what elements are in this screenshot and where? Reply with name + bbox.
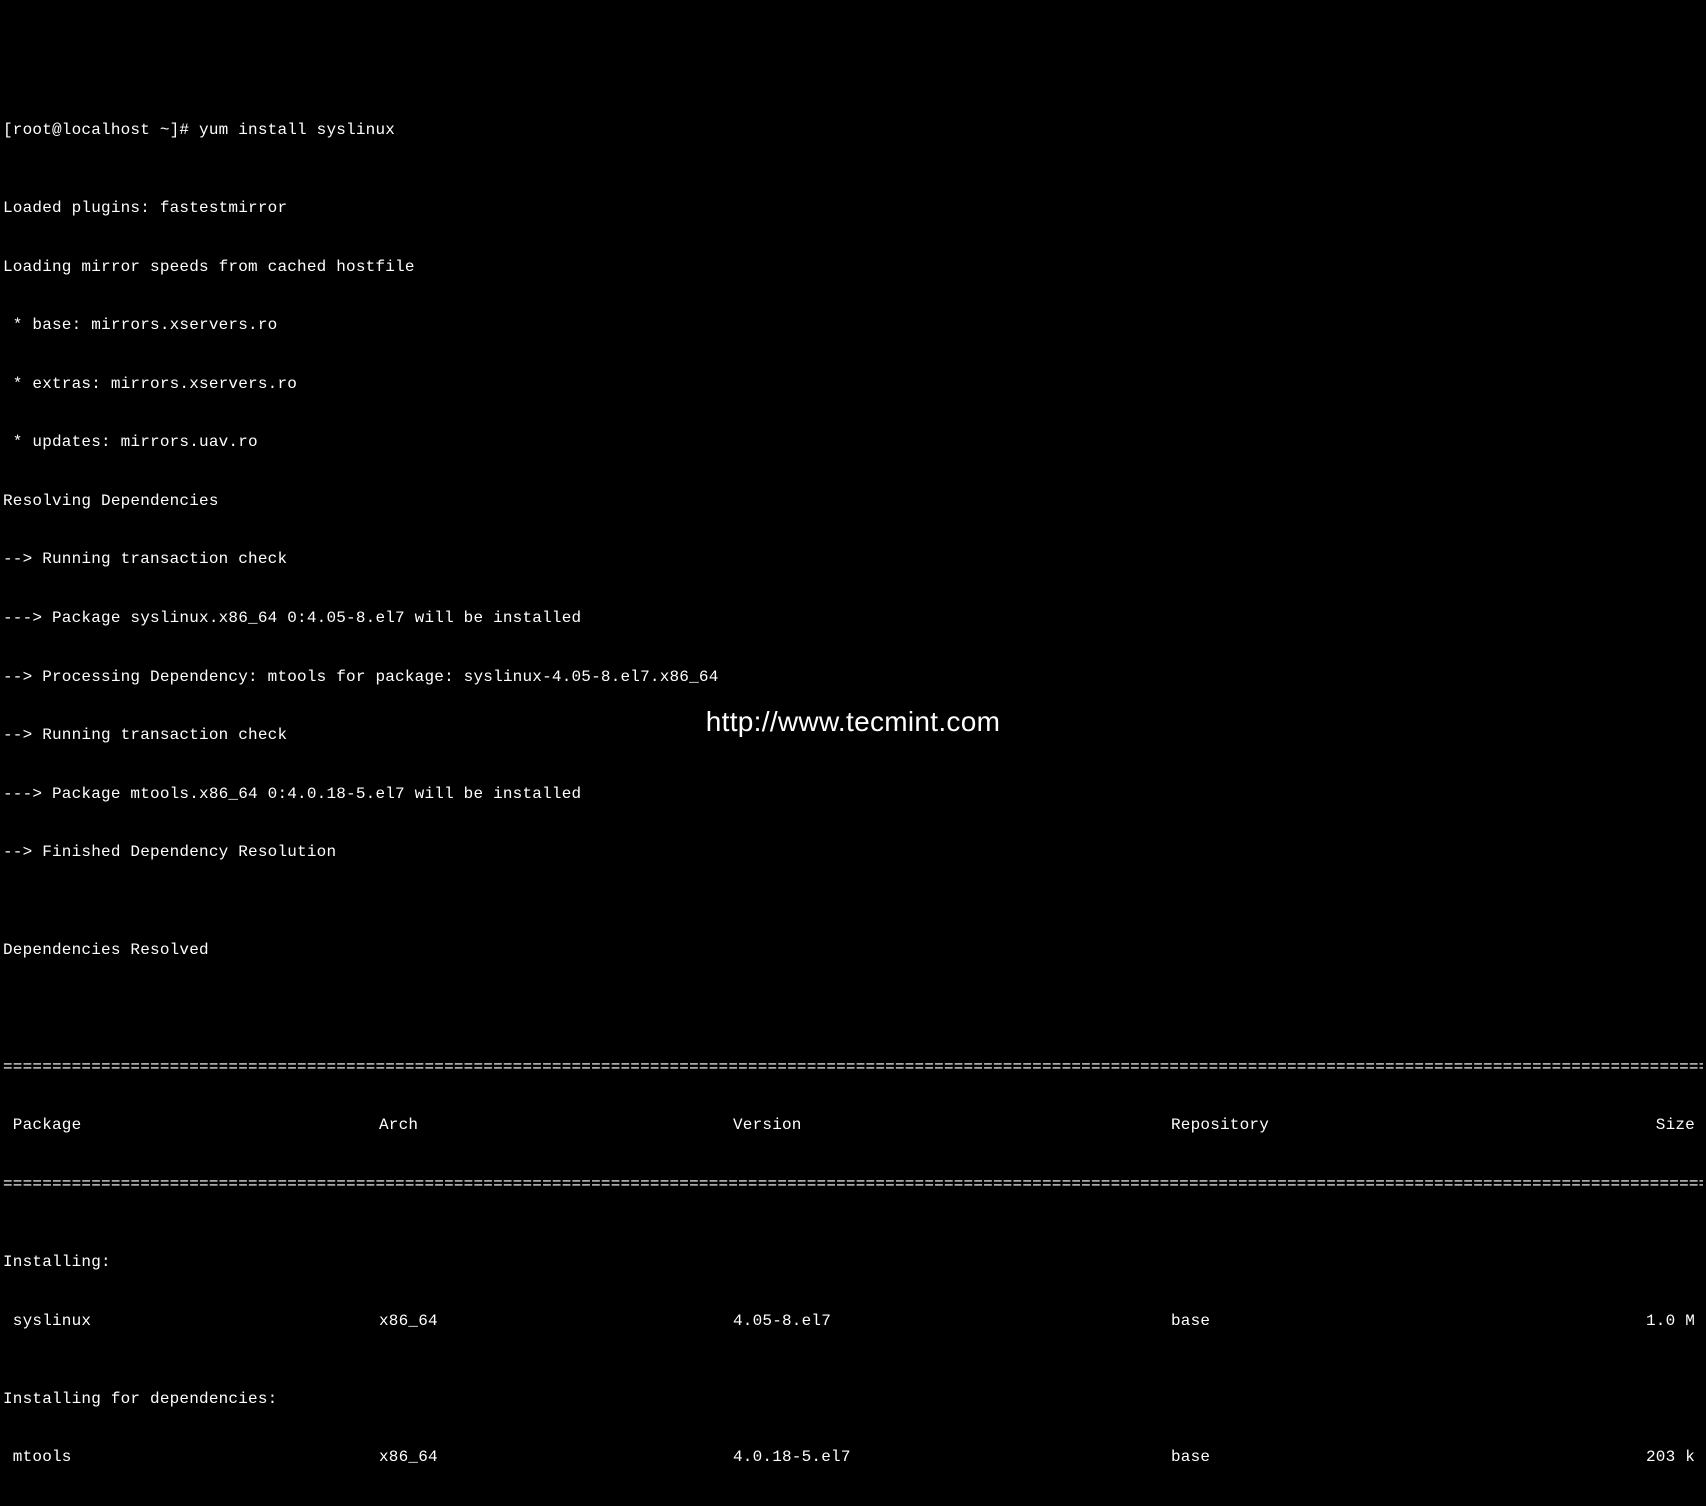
cell-repo: base — [1171, 1312, 1501, 1332]
output-line: ---> Package syslinux.x86_64 0:4.05-8.el… — [3, 609, 1703, 629]
output-line: Loaded plugins: fastestmirror — [3, 199, 1703, 219]
output-line: Loading mirror speeds from cached hostfi… — [3, 258, 1703, 278]
package-row-mtools: mtools x86_64 4.0.18-5.el7 base 203 k — [3, 1448, 1703, 1468]
shell-prompt-line: [root@localhost ~]# yum install syslinux — [3, 121, 1703, 141]
col-header-version: Version — [733, 1116, 1171, 1136]
cell-name: mtools — [3, 1448, 379, 1468]
output-line: Resolving Dependencies — [3, 492, 1703, 512]
col-header-repo: Repository — [1171, 1116, 1501, 1136]
col-header-arch: Arch — [379, 1116, 733, 1136]
cell-size: 203 k — [1501, 1448, 1703, 1468]
cell-size: 1.0 M — [1501, 1312, 1703, 1332]
watermark-url: http://www.tecmint.com — [0, 705, 1706, 739]
cell-arch: x86_64 — [379, 1312, 733, 1332]
shell-prompt: [root@localhost ~]# — [3, 121, 199, 139]
terminal-output[interactable]: [root@localhost ~]# yum install syslinux… — [0, 78, 1706, 1506]
table-divider: ========================================… — [3, 1058, 1703, 1078]
output-line: * base: mirrors.xservers.ro — [3, 316, 1703, 336]
cell-name: syslinux — [3, 1312, 379, 1332]
section-installing-deps: Installing for dependencies: — [3, 1390, 1703, 1410]
output-line: * extras: mirrors.xservers.ro — [3, 375, 1703, 395]
shell-command: yum install syslinux — [199, 121, 395, 139]
cell-arch: x86_64 — [379, 1448, 733, 1468]
table-header: Package Arch Version Repository Size — [3, 1116, 1703, 1136]
output-line: * updates: mirrors.uav.ro — [3, 433, 1703, 453]
cell-version: 4.0.18-5.el7 — [733, 1448, 1171, 1468]
output-line: --> Finished Dependency Resolution — [3, 843, 1703, 863]
output-line: Dependencies Resolved — [3, 941, 1703, 961]
package-row-syslinux: syslinux x86_64 4.05-8.el7 base 1.0 M — [3, 1312, 1703, 1332]
cell-repo: base — [1171, 1448, 1501, 1468]
output-line: ---> Package mtools.x86_64 0:4.0.18-5.el… — [3, 785, 1703, 805]
cell-version: 4.05-8.el7 — [733, 1312, 1171, 1332]
col-header-package: Package — [3, 1116, 379, 1136]
output-line: --> Running transaction check — [3, 550, 1703, 570]
col-header-size: Size — [1501, 1116, 1703, 1136]
table-divider: ========================================… — [3, 1175, 1703, 1195]
section-installing: Installing: — [3, 1253, 1703, 1273]
output-line: --> Processing Dependency: mtools for pa… — [3, 668, 1703, 688]
